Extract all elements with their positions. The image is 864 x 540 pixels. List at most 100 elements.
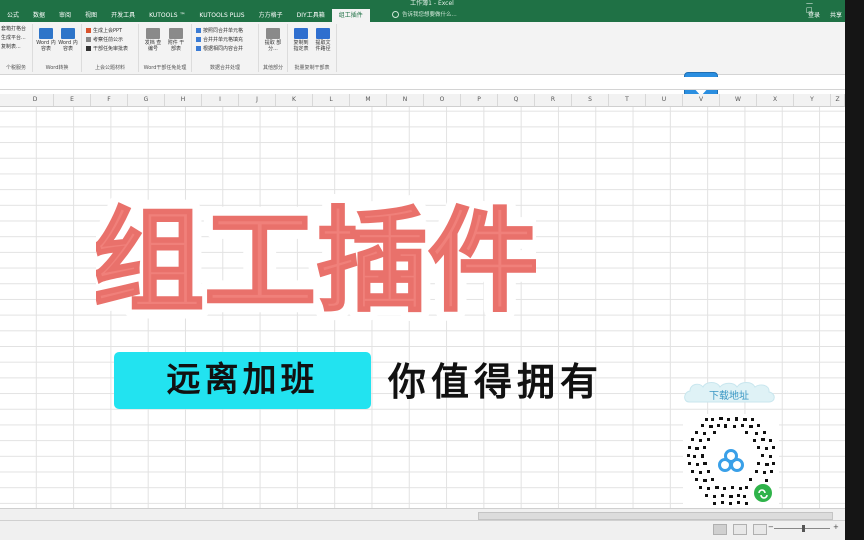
merge-icon	[196, 46, 201, 51]
column-header[interactable]: E	[54, 94, 91, 106]
column-header[interactable]: S	[572, 94, 609, 106]
ribbon-group-label: 批量复制干部表	[294, 65, 330, 71]
word-content-button-2[interactable]: Word 内容表	[58, 28, 78, 52]
column-header[interactable]: D	[17, 94, 54, 106]
ribbon-button-label: 提取文 件路径	[315, 40, 331, 52]
tab-data[interactable]: 数据	[26, 9, 52, 22]
column-header[interactable]: W	[720, 94, 757, 106]
tell-me-search[interactable]: 告诉我您想要做什么...	[392, 11, 457, 20]
tab-kutools-plus[interactable]: KUTOOLS PLUS	[192, 9, 251, 22]
tab-view[interactable]: 视图	[78, 9, 104, 22]
sign-in-link[interactable]: 登录	[808, 11, 820, 20]
ribbon-button-label: 附件 干部表	[167, 40, 185, 52]
column-header[interactable]: P	[461, 94, 498, 106]
ribbon-button-label: Word 内容表	[36, 40, 56, 52]
ribbon-item[interactable]: 生成平台...	[1, 34, 26, 42]
column-header[interactable]: O	[424, 94, 461, 106]
ribbon-item[interactable]: 考察任前公示	[86, 36, 123, 44]
extract-part-button[interactable]: 提取 部分...	[263, 28, 283, 52]
ribbon-item[interactable]: 生成上会PPT	[86, 27, 122, 35]
tab-formulas[interactable]: 公式	[0, 9, 26, 22]
ribbon-item-label: 按照同合并单元格	[203, 28, 244, 34]
archive-icon	[146, 28, 160, 39]
ribbon-button-label: 发档 查编号	[144, 40, 162, 52]
copy-docs-icon	[294, 28, 308, 39]
normal-view-button[interactable]	[713, 524, 727, 535]
ribbon-item[interactable]: 合并并单元格填充	[196, 36, 243, 44]
column-header[interactable]: Z	[831, 94, 845, 106]
archive-number-button[interactable]: 发档 查编号	[143, 28, 163, 52]
column-header[interactable]: N	[387, 94, 424, 106]
word-icon	[61, 28, 75, 39]
column-header[interactable]: Q	[498, 94, 535, 106]
tab-developer[interactable]: 开发工具	[104, 9, 142, 22]
ribbon-group-label: 上会公题材料	[94, 65, 125, 71]
plus-icon[interactable]: +	[833, 523, 839, 532]
word-content-button[interactable]: Word 内容表	[36, 28, 56, 52]
column-header[interactable]: X	[757, 94, 794, 106]
page-break-view-button[interactable]	[753, 524, 767, 535]
column-header[interactable]: G	[128, 94, 165, 106]
tab-diy-toolbox[interactable]: DIY工具箱	[290, 9, 332, 22]
window-title: 工作簿1 - Excel	[410, 0, 454, 7]
tagline-text: 你值得拥有	[388, 360, 604, 404]
screen-right-edge	[845, 0, 864, 540]
qr-code-svg	[683, 414, 779, 509]
share-button[interactable]: 共享	[830, 11, 842, 20]
ribbon-item[interactable]: 按照同合并单元格	[196, 27, 243, 35]
ppt-icon	[86, 28, 91, 33]
merge-icon	[196, 37, 201, 42]
ribbon-item-label: 合并并单元格填充	[203, 37, 244, 43]
ribbon-item-label: 干部任免审批表	[93, 46, 129, 52]
word-icon	[39, 28, 53, 39]
column-header[interactable]: F	[91, 94, 128, 106]
tab-review[interactable]: 审阅	[52, 9, 78, 22]
ribbon-item[interactable]: 复制表...	[1, 43, 21, 51]
extract-icon	[266, 28, 280, 39]
attachment-icon	[169, 28, 183, 39]
column-header[interactable]: I	[202, 94, 239, 106]
download-label-bubble: 下载地址	[684, 382, 775, 403]
horizontal-scrollbar[interactable]	[478, 512, 833, 520]
column-header[interactable]: R	[535, 94, 572, 106]
doc-icon	[86, 37, 91, 42]
tab-zugong-plugin[interactable]: 组工插件	[331, 9, 370, 22]
column-header[interactable]: L	[313, 94, 350, 106]
column-header[interactable]: Y	[794, 94, 831, 106]
ribbon-panel: 套箱打格台 生成平台... 复制表... 个税服务 Word 内容表 Word …	[0, 22, 864, 102]
column-header[interactable]: U	[646, 94, 683, 106]
ribbon-group-7: 复制到 指定表 提取文 件路径 批量复制干部表	[288, 24, 337, 72]
search-icon	[392, 11, 399, 18]
ribbon-group-label: 数据合并处理	[209, 65, 240, 71]
zoom-slider-thumb[interactable]	[802, 525, 805, 532]
tab-kutools[interactable]: KUTOOLS ™	[142, 9, 192, 22]
qr-code[interactable]	[683, 414, 779, 509]
copy-to-sheet-button[interactable]: 复制到 指定表	[291, 28, 311, 52]
ribbon-item[interactable]: 根据相同内容合并	[196, 45, 243, 53]
tell-me-text: 告诉我您想要做什么...	[402, 12, 457, 18]
column-header[interactable]: J	[239, 94, 276, 106]
ribbon-button-label: 提取 部分...	[264, 40, 282, 52]
tab-fangfanggezi[interactable]: 方方格子	[252, 9, 290, 22]
ribbon-button-label: 复制到 指定表	[293, 40, 309, 52]
download-label: 下载地址	[709, 389, 749, 402]
page-layout-view-button[interactable]	[733, 524, 747, 535]
attach-table-button[interactable]: 附件 干部表	[166, 28, 186, 52]
column-header[interactable]: T	[609, 94, 646, 106]
banner-title-text: 组工插件	[96, 197, 536, 327]
column-header[interactable]: M	[350, 94, 387, 106]
ribbon-item-label: 生成上会PPT	[93, 28, 123, 34]
formula-bar[interactable]	[0, 77, 864, 90]
ribbon-item-label: 根据相同内容合并	[203, 46, 244, 52]
ribbon-item[interactable]: 干部任免审批表	[86, 45, 128, 53]
column-header[interactable]: V	[683, 94, 720, 106]
column-header[interactable]: K	[276, 94, 313, 106]
ribbon-item[interactable]: 套箱打格台	[1, 25, 26, 33]
ribbon-group-6: 提取 部分... 其他部分	[259, 24, 288, 72]
extract-path-button[interactable]: 提取文 件路径	[313, 28, 333, 52]
column-header[interactable]: H	[165, 94, 202, 106]
ribbon-group-label: 个税服务	[5, 65, 26, 71]
minus-icon[interactable]: −	[768, 523, 774, 532]
ribbon-group-2: Word 内容表 Word 内容表 Word转换	[33, 24, 82, 72]
ribbon-group-label: Word干部任免处理	[143, 65, 187, 71]
